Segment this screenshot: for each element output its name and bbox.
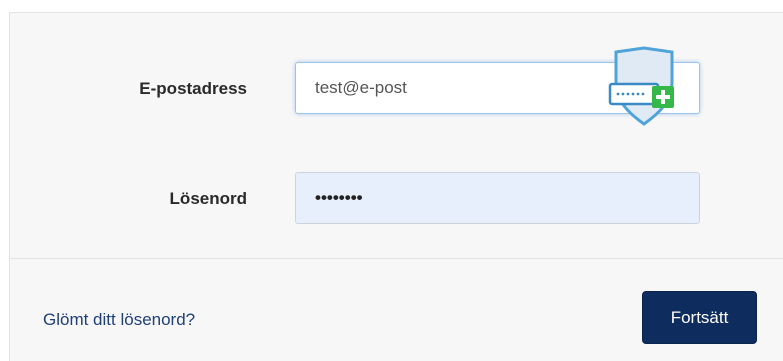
forgot-password-link[interactable]: Glömt ditt lösenord? bbox=[43, 310, 195, 330]
email-label: E-postadress bbox=[139, 79, 247, 98]
password-manager-shield-icon[interactable] bbox=[608, 46, 680, 128]
password-label: Lösenord bbox=[169, 189, 247, 208]
continue-button[interactable]: Fortsätt bbox=[642, 291, 757, 344]
footer-divider bbox=[9, 258, 783, 259]
password-field[interactable]: •••••••• bbox=[295, 172, 700, 224]
